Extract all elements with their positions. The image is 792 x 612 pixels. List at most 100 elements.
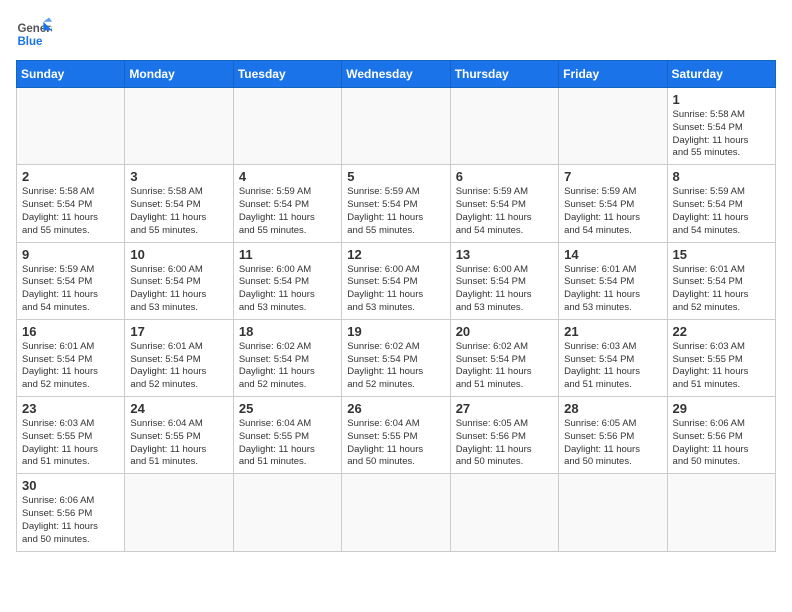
day-info: Sunrise: 6:02 AM Sunset: 5:54 PM Dayligh… <box>239 341 336 392</box>
calendar-cell: 1 Sunrise: 5:58 AM Sunset: 5:54 PM Daylig… <box>667 88 775 165</box>
day-number: 11 <box>239 247 336 262</box>
day-info: Sunrise: 5:59 AM Sunset: 5:54 PM Dayligh… <box>673 186 770 237</box>
day-info: Sunrise: 6:00 AM Sunset: 5:54 PM Dayligh… <box>130 264 227 315</box>
calendar-cell <box>233 88 341 165</box>
day-number: 5 <box>347 169 444 184</box>
calendar-cell <box>342 474 450 551</box>
calendar-cell: 15Sunrise: 6:01 AM Sunset: 5:54 PM Dayli… <box>667 242 775 319</box>
calendar-cell <box>559 88 667 165</box>
day-number: 4 <box>239 169 336 184</box>
calendar-week-row: 2Sunrise: 5:58 AM Sunset: 5:54 PM Daylig… <box>17 165 776 242</box>
day-info: Sunrise: 5:59 AM Sunset: 5:54 PM Dayligh… <box>564 186 661 237</box>
day-number: 30 <box>22 478 119 493</box>
day-number: 25 <box>239 401 336 416</box>
calendar-cell: 19 Sunrise: 6:02 AM Sunset: 5:54 PM Dayli… <box>342 319 450 396</box>
day-number: 8 <box>673 169 770 184</box>
day-info: Sunrise: 6:03 AM Sunset: 5:55 PM Dayligh… <box>673 341 770 392</box>
day-number: 6 <box>456 169 553 184</box>
day-info: Sunrise: 6:01 AM Sunset: 5:54 PM Dayligh… <box>130 341 227 392</box>
day-info: Sunrise: 6:04 AM Sunset: 5:55 PM Dayligh… <box>130 418 227 469</box>
day-info: Sunrise: 5:59 AM Sunset: 5:54 PM Dayligh… <box>456 186 553 237</box>
day-info: Sunrise: 6:02 AM Sunset: 5:54 PM Dayligh… <box>347 341 444 392</box>
calendar-week-row: 16 Sunrise: 6:01 AM Sunset: 5:54 PM Dayli… <box>17 319 776 396</box>
day-number: 1 <box>673 92 770 107</box>
calendar-cell: 27 Sunrise: 6:05 AM Sunset: 5:56 PM Dayli… <box>450 397 558 474</box>
calendar-cell: 20Sunrise: 6:02 AM Sunset: 5:54 PM Dayli… <box>450 319 558 396</box>
calendar-cell: 28 Sunrise: 6:05 AM Sunset: 5:56 PM Dayli… <box>559 397 667 474</box>
day-number: 22 <box>673 324 770 339</box>
day-number: 13 <box>456 247 553 262</box>
calendar-cell: 9Sunrise: 5:59 AM Sunset: 5:54 PM Daylig… <box>17 242 125 319</box>
weekday-header-thursday: Thursday <box>450 61 558 88</box>
calendar-cell <box>450 474 558 551</box>
calendar-cell: 12 Sunrise: 6:00 AM Sunset: 5:54 PM Dayli… <box>342 242 450 319</box>
day-number: 15 <box>673 247 770 262</box>
svg-text:Blue: Blue <box>17 36 43 48</box>
weekday-header-wednesday: Wednesday <box>342 61 450 88</box>
day-number: 23 <box>22 401 119 416</box>
calendar-table: SundayMondayTuesdayWednesdayThursdayFrid… <box>16 60 776 552</box>
calendar-cell <box>559 474 667 551</box>
calendar-cell: 18Sunrise: 6:02 AM Sunset: 5:54 PM Dayli… <box>233 319 341 396</box>
day-info: Sunrise: 5:58 AM Sunset: 5:54 PM Dayligh… <box>22 186 119 237</box>
calendar-cell <box>233 474 341 551</box>
logo-icon: General Blue <box>16 16 52 52</box>
day-info: Sunrise: 5:58 AM Sunset: 5:54 PM Dayligh… <box>130 186 227 237</box>
calendar-cell: 5Sunrise: 5:59 AM Sunset: 5:54 PM Daylig… <box>342 165 450 242</box>
calendar-cell: 16Sunrise: 6:01 AM Sunset: 5:54 PM Dayli… <box>17 319 125 396</box>
day-number: 24 <box>130 401 227 416</box>
day-info: Sunrise: 6:03 AM Sunset: 5:54 PM Dayligh… <box>564 341 661 392</box>
weekday-header-monday: Monday <box>125 61 233 88</box>
calendar-cell: 22 Sunrise: 6:03 AM Sunset: 5:55 PM Dayli… <box>667 319 775 396</box>
day-info: Sunrise: 6:05 AM Sunset: 5:56 PM Dayligh… <box>564 418 661 469</box>
day-number: 17 <box>130 324 227 339</box>
calendar-cell: 2Sunrise: 5:58 AM Sunset: 5:54 PM Daylig… <box>17 165 125 242</box>
day-info: Sunrise: 5:59 AM Sunset: 5:54 PM Dayligh… <box>239 186 336 237</box>
day-info: Sunrise: 6:00 AM Sunset: 5:54 PM Dayligh… <box>239 264 336 315</box>
page-header: General Blue <box>16 16 776 52</box>
calendar-cell: 3Sunrise: 5:58 AM Sunset: 5:54 PM Daylig… <box>125 165 233 242</box>
calendar-cell <box>125 474 233 551</box>
day-info: Sunrise: 6:05 AM Sunset: 5:56 PM Dayligh… <box>456 418 553 469</box>
calendar-cell: 6 Sunrise: 5:59 AM Sunset: 5:54 PM Daylig… <box>450 165 558 242</box>
day-number: 26 <box>347 401 444 416</box>
calendar-cell: 7Sunrise: 5:59 AM Sunset: 5:54 PM Daylig… <box>559 165 667 242</box>
calendar-cell <box>17 88 125 165</box>
calendar-cell: 30Sunrise: 6:06 AM Sunset: 5:56 PM Dayli… <box>17 474 125 551</box>
calendar-cell: 11 Sunrise: 6:00 AM Sunset: 5:54 PM Dayli… <box>233 242 341 319</box>
calendar-cell <box>342 88 450 165</box>
calendar-cell: 4 Sunrise: 5:59 AM Sunset: 5:54 PM Daylig… <box>233 165 341 242</box>
calendar-cell: 23Sunrise: 6:03 AM Sunset: 5:55 PM Dayli… <box>17 397 125 474</box>
calendar-cell: 25Sunrise: 6:04 AM Sunset: 5:55 PM Dayli… <box>233 397 341 474</box>
calendar-week-row: 30Sunrise: 6:06 AM Sunset: 5:56 PM Dayli… <box>17 474 776 551</box>
day-number: 19 <box>347 324 444 339</box>
calendar-cell: 24 Sunrise: 6:04 AM Sunset: 5:55 PM Dayli… <box>125 397 233 474</box>
weekday-header-sunday: Sunday <box>17 61 125 88</box>
calendar-week-row: 9Sunrise: 5:59 AM Sunset: 5:54 PM Daylig… <box>17 242 776 319</box>
day-number: 10 <box>130 247 227 262</box>
day-number: 12 <box>347 247 444 262</box>
calendar-cell <box>450 88 558 165</box>
calendar-cell: 17 Sunrise: 6:01 AM Sunset: 5:54 PM Dayli… <box>125 319 233 396</box>
calendar-cell: 29Sunrise: 6:06 AM Sunset: 5:56 PM Dayli… <box>667 397 775 474</box>
day-info: Sunrise: 5:58 AM Sunset: 5:54 PM Dayligh… <box>673 109 770 160</box>
day-info: Sunrise: 6:04 AM Sunset: 5:55 PM Dayligh… <box>347 418 444 469</box>
day-number: 27 <box>456 401 553 416</box>
day-number: 28 <box>564 401 661 416</box>
day-number: 20 <box>456 324 553 339</box>
calendar-cell: 14 Sunrise: 6:01 AM Sunset: 5:54 PM Dayli… <box>559 242 667 319</box>
calendar-cell: 26 Sunrise: 6:04 AM Sunset: 5:55 PM Dayli… <box>342 397 450 474</box>
day-number: 16 <box>22 324 119 339</box>
day-number: 14 <box>564 247 661 262</box>
weekday-header-row: SundayMondayTuesdayWednesdayThursdayFrid… <box>17 61 776 88</box>
calendar-week-row: 1 Sunrise: 5:58 AM Sunset: 5:54 PM Daylig… <box>17 88 776 165</box>
calendar-cell: 10 Sunrise: 6:00 AM Sunset: 5:54 PM Dayli… <box>125 242 233 319</box>
day-info: Sunrise: 6:01 AM Sunset: 5:54 PM Dayligh… <box>564 264 661 315</box>
logo: General Blue <box>16 16 52 52</box>
day-info: Sunrise: 6:00 AM Sunset: 5:54 PM Dayligh… <box>347 264 444 315</box>
calendar-cell: 13 Sunrise: 6:00 AM Sunset: 5:54 PM Dayli… <box>450 242 558 319</box>
day-number: 21 <box>564 324 661 339</box>
day-info: Sunrise: 6:00 AM Sunset: 5:54 PM Dayligh… <box>456 264 553 315</box>
calendar-cell <box>667 474 775 551</box>
day-info: Sunrise: 5:59 AM Sunset: 5:54 PM Dayligh… <box>22 264 119 315</box>
